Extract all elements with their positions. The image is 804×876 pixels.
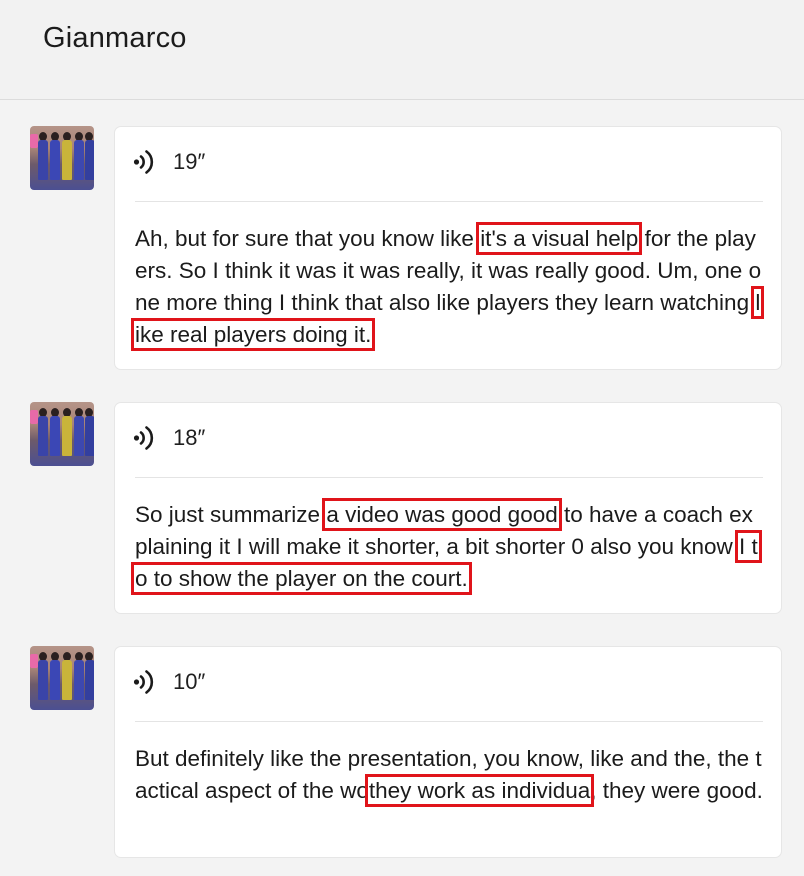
transcript-text: Ah, but for sure that you know like it's… [130,222,765,351]
highlight-box: it's a visual help [476,222,643,255]
voice-play-button[interactable]: 10″ [133,667,205,697]
voice-play-button[interactable]: 19″ [133,147,205,177]
avatar[interactable] [30,646,94,710]
voice-duration: 19″ [173,149,206,174]
divider [135,721,763,722]
voice-play-button[interactable]: 18″ [133,423,205,453]
contact-name: Gianmarco [43,22,187,54]
voice-duration: 10″ [173,669,206,694]
voice-message-bubble: 19″ Ah, but for sure that you know like … [114,126,782,370]
divider [135,477,763,478]
sound-wave-icon [133,150,154,174]
avatar[interactable] [30,402,94,466]
voice-message-bubble: 10″ But definitely like the presentation… [114,646,782,858]
divider [135,201,763,202]
highlight-box: a video was good good [322,498,562,531]
avatar[interactable] [30,126,94,190]
sound-wave-icon [133,670,154,694]
voice-message-bubble: 18″ So just summarize a video was good g… [114,402,782,614]
transcript-text: But definitely like the presentation, yo… [135,746,763,807]
voice-duration: 18″ [173,425,206,450]
chat-header: Gianmarco [0,0,804,100]
transcript-text: So just summarize a video was good good … [131,498,762,595]
highlight-box: they work as individua [364,774,595,807]
sound-wave-icon [133,426,154,450]
